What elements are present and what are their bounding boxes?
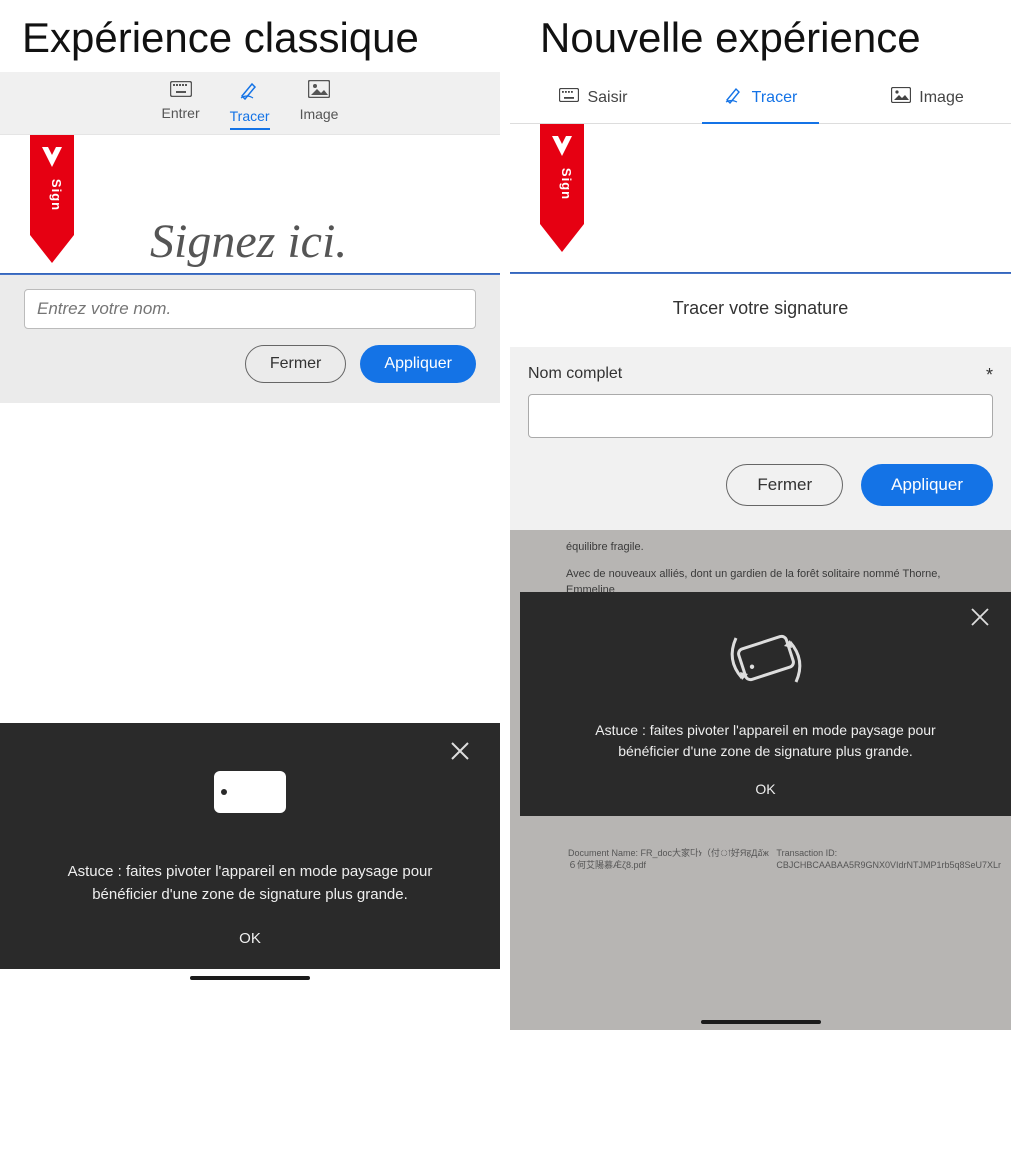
name-input[interactable]: [24, 289, 476, 329]
transaction-id-label: Transaction ID: CBJCHBCAABAA5R9GNX0VIdrN…: [776, 847, 1001, 872]
rotate-device-icon: [540, 620, 991, 700]
nav-handle: [0, 969, 500, 987]
sign-badge: Sign: [30, 135, 74, 265]
apply-button[interactable]: Appliquer: [360, 345, 476, 383]
tab-entrer-label: Entrer: [162, 105, 200, 121]
image-icon: [308, 80, 330, 104]
tabbar-new: Saisir Tracer Image: [510, 72, 1011, 124]
document-name-label: Document Name: FR_doc大家다ነ（付া好ЯहДอัж６何艾陽慕…: [568, 847, 776, 872]
tab-tracer-label: Tracer: [230, 108, 270, 124]
instruction-text: Tracer votre signature: [510, 274, 1011, 347]
sign-here-placeholder: Signez ici.: [150, 214, 347, 269]
signature-baseline: [0, 273, 500, 275]
close-icon[interactable]: [448, 739, 472, 768]
tab-tracer-new[interactable]: Tracer: [677, 72, 844, 123]
doc-text-line: équilibre fragile.: [566, 540, 955, 555]
heading-classic: Expérience classique: [0, 0, 500, 72]
signature-area-new[interactable]: Sign: [510, 124, 1011, 274]
rotate-tip-modal: Astuce : faites pivoter l'appareil en mo…: [0, 723, 500, 969]
document-preview: équilibre fragile. Avec de nouveaux alli…: [510, 530, 1011, 970]
tip-text-new: Astuce : faites pivoter l'appareil en mo…: [540, 720, 991, 762]
tab-tracer[interactable]: Tracer: [230, 80, 270, 130]
close-icon[interactable]: [969, 606, 991, 633]
tab-image[interactable]: Image: [300, 80, 339, 130]
apply-button-new[interactable]: Appliquer: [861, 464, 993, 506]
signature-area[interactable]: Sign Signez ici.: [0, 135, 500, 275]
tab-image-new[interactable]: Image: [844, 72, 1011, 123]
ok-button[interactable]: OK: [30, 930, 470, 947]
rotate-tip-modal-new: Astuce : faites pivoter l'appareil en mo…: [520, 592, 1011, 816]
svg-text:Sign: Sign: [49, 179, 64, 211]
rotate-device-icon: [30, 763, 470, 821]
tab-saisir[interactable]: Saisir: [510, 72, 677, 123]
required-mark: *: [986, 365, 993, 386]
form-block: Fermer Appliquer: [0, 275, 500, 403]
form-block-new: Nom complet * Fermer Appliquer: [510, 347, 1011, 530]
draw-icon: [724, 86, 744, 109]
close-button[interactable]: Fermer: [245, 345, 347, 383]
heading-new: Nouvelle expérience: [510, 0, 1011, 72]
tab-entrer[interactable]: Entrer: [162, 80, 200, 130]
tab-image-new-label: Image: [919, 89, 963, 107]
draw-icon: [239, 80, 261, 106]
tab-image-label: Image: [300, 106, 339, 122]
sign-badge: Sign: [540, 124, 584, 254]
image-icon: [891, 87, 911, 108]
keyboard-icon: [170, 80, 192, 103]
tip-text: Astuce : faites pivoter l'appareil en mo…: [30, 861, 470, 906]
nav-handle: [510, 970, 1011, 1030]
keyboard-icon: [559, 88, 579, 107]
name-label: Nom complet: [528, 365, 622, 386]
svg-text:Sign: Sign: [559, 168, 574, 200]
tab-tracer-new-label: Tracer: [752, 89, 798, 107]
ok-button-new[interactable]: OK: [540, 780, 991, 800]
tab-saisir-label: Saisir: [587, 89, 627, 107]
signature-baseline: [510, 272, 1011, 274]
name-input-new[interactable]: [528, 394, 993, 438]
tabbar-classic: Entrer Tracer Image: [0, 72, 500, 135]
close-button-new[interactable]: Fermer: [726, 464, 843, 506]
